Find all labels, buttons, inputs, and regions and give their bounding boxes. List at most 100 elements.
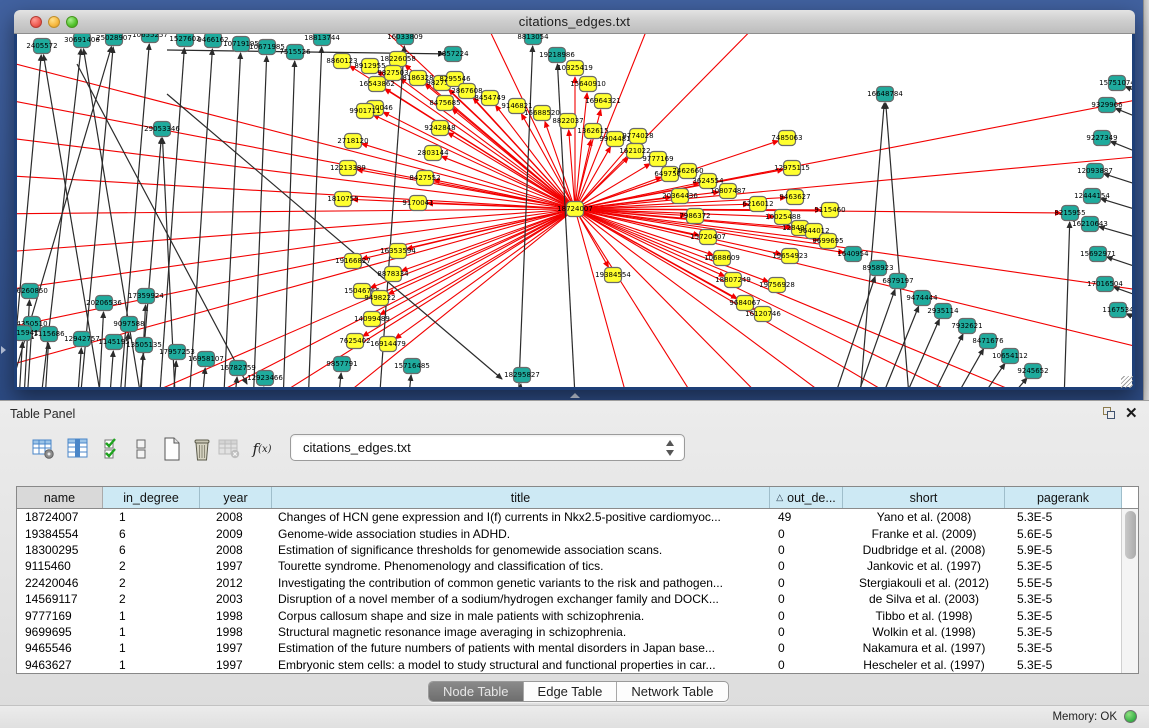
row-height-icon[interactable] [128, 435, 156, 463]
graph-node[interactable]: 16033809 [387, 34, 423, 45]
graph-node[interactable]: 9245652 [1017, 364, 1048, 379]
graph-node[interactable]: 6879197 [882, 274, 913, 289]
graph-node[interactable]: 20206536 [86, 296, 122, 311]
graph-node[interactable]: 16964321 [585, 94, 621, 109]
graph-node[interactable]: 25028907 [96, 34, 132, 46]
graph-node[interactable]: 10655257 [132, 34, 168, 43]
graph-node[interactable]: 9474444 [906, 291, 938, 306]
graph-node[interactable]: 7857224 [437, 47, 469, 62]
tab-edge-table[interactable]: Edge Table [524, 682, 618, 701]
panel-splitter-handle-icon[interactable] [570, 393, 580, 398]
graph-node[interactable]: 18295827 [504, 368, 540, 383]
citation-graph[interactable]: 2405572 3069140625028907106552571527602 94… [17, 34, 1132, 387]
graph-node[interactable]: 8878334 [377, 267, 409, 282]
graph-node[interactable]: 10654112 [992, 349, 1028, 364]
network-canvas[interactable]: 2405572 3069140625028907106552571527602 94… [17, 34, 1132, 387]
scrollbar-thumb[interactable] [1125, 511, 1136, 559]
graph-node[interactable]: 16353594 [380, 244, 416, 259]
graph-node[interactable]: 9115460 [814, 203, 845, 218]
column-header-pagerank[interactable]: pagerank [1005, 487, 1122, 508]
delete-column-icon[interactable] [188, 435, 216, 463]
show-columns-icon[interactable] [64, 435, 92, 463]
graph-node[interactable]: 26260850 [17, 284, 48, 299]
window-resize-grip[interactable] [1121, 376, 1133, 388]
graph-node[interactable]: 12975115 [774, 161, 810, 176]
column-header-title[interactable]: title [272, 487, 770, 508]
graph-node[interactable]: 8471676 [972, 334, 1004, 349]
graph-node[interactable]: 15692971 [1080, 247, 1116, 262]
graph-node[interactable]: 1810755 [327, 192, 358, 207]
graph-node[interactable]: 7932621 [951, 319, 982, 334]
graph-node[interactable]: 19384554 [595, 268, 631, 283]
delete-table-icon[interactable] [216, 435, 244, 463]
graph-node[interactable]: 30691406 [64, 34, 100, 48]
minimize-button[interactable] [48, 16, 60, 28]
table-row[interactable]: 1938455462009Genome-wide association stu… [17, 525, 1122, 541]
table-row[interactable]: 946554611997Estimation of the future num… [17, 640, 1122, 656]
graph-node[interactable]: 15716485 [394, 359, 430, 374]
graph-node[interactable]: 15751074 [1099, 76, 1132, 91]
float-panel-icon[interactable] [1103, 407, 1116, 420]
close-button[interactable] [30, 16, 42, 28]
left-collapse-arrow-icon[interactable] [1, 346, 6, 354]
graph-node[interactable]: 1167534 [1102, 303, 1132, 318]
graph-node[interactable]: 12942757 [64, 332, 100, 347]
graph-node[interactable]: 7485063 [771, 131, 802, 146]
window-titlebar[interactable]: citations_edges.txt [14, 10, 1135, 34]
graph-node[interactable]: 12093887 [1077, 164, 1113, 179]
graph-node[interactable]: 15720407 [690, 230, 726, 245]
column-header-year[interactable]: year [200, 487, 272, 508]
graph-node[interactable]: 8860123 [326, 54, 357, 69]
graph-node[interactable]: 2405572 [26, 39, 57, 54]
right-splitter[interactable] [1143, 0, 1149, 400]
graph-node-label: 29053346 [144, 125, 180, 133]
graph-node[interactable]: 29053346 [144, 122, 180, 137]
graph-node[interactable]: 16648784 [867, 87, 903, 102]
column-header-name[interactable]: name [17, 487, 103, 508]
graph-node[interactable]: 10688609 [704, 251, 740, 266]
tab-network-table[interactable]: Network Table [617, 682, 727, 701]
table-row[interactable]: 969969511998Structural magnetic resonanc… [17, 624, 1122, 640]
graph-node[interactable]: 9227349 [1086, 131, 1117, 146]
select-columns-icon[interactable] [100, 435, 128, 463]
close-panel-icon[interactable]: ✕ [1125, 404, 1138, 422]
table-row[interactable]: 1456911722003Disruption of a novel membe… [17, 591, 1122, 607]
memory-status-icon[interactable] [1124, 710, 1137, 723]
graph-node[interactable]: 1640954 [837, 247, 869, 262]
table-row[interactable]: 2242004622012Investigating the contribut… [17, 575, 1122, 591]
table-row[interactable]: 946362711997Embryonic stem cells: a mode… [17, 657, 1122, 673]
graph-node[interactable]: 8813054 [517, 34, 549, 45]
table-body[interactable]: 1872400712008Changes of HCN gene express… [17, 509, 1122, 673]
table-row[interactable]: 1830029562008Estimation of significance … [17, 542, 1122, 558]
column-header-in_degree[interactable]: in_degree [103, 487, 200, 508]
graph-node[interactable]: 12444154 [1074, 189, 1110, 204]
graph-node[interactable]: 9329966 [1091, 98, 1123, 113]
graph-node[interactable]: 8958923 [862, 261, 893, 276]
graph-node[interactable]: 9857791 [326, 357, 357, 372]
tab-node-table[interactable]: Node Table [429, 682, 524, 701]
table-row[interactable]: 911546021997Tourette syndrome. Phenomeno… [17, 558, 1122, 574]
graph-node[interactable]: 12923466 [247, 371, 283, 386]
graph-node[interactable]: 9463627 [779, 190, 810, 205]
graph-node[interactable]: 19654923 [772, 249, 808, 264]
graph-node[interactable]: 2718120 [337, 134, 368, 149]
graph-node[interactable]: 1527602 [169, 34, 200, 47]
graph-node[interactable]: 17016504 [1087, 277, 1123, 292]
create-column-icon[interactable] [158, 435, 186, 463]
network-select[interactable]: citations_edges.txt [290, 434, 685, 461]
table-row[interactable]: 1872400712008Changes of HCN gene express… [17, 509, 1122, 525]
table-row[interactable]: 977716911998Corpus callosum shape and si… [17, 607, 1122, 623]
zoom-button[interactable] [66, 16, 78, 28]
column-header-out_de[interactable]: △out_de... [770, 487, 843, 508]
column-header-short[interactable]: short [843, 487, 1005, 508]
graph-node[interactable]: 18813744 [304, 34, 340, 46]
graph-node[interactable]: 7625402 [339, 334, 370, 349]
graph-node[interactable]: 8215955 [1054, 206, 1085, 221]
function-builder-icon[interactable]: f(x) [248, 435, 276, 463]
vertical-scrollbar[interactable] [1121, 509, 1138, 673]
cell-short: Dudbridge et al. (2008) [843, 543, 1005, 557]
table-mode-icon[interactable] [30, 435, 58, 463]
graph-node[interactable]: 2935114 [927, 304, 959, 319]
graph-node[interactable]: 9170041 [402, 196, 433, 211]
graph-node[interactable]: 16914479 [370, 337, 406, 352]
